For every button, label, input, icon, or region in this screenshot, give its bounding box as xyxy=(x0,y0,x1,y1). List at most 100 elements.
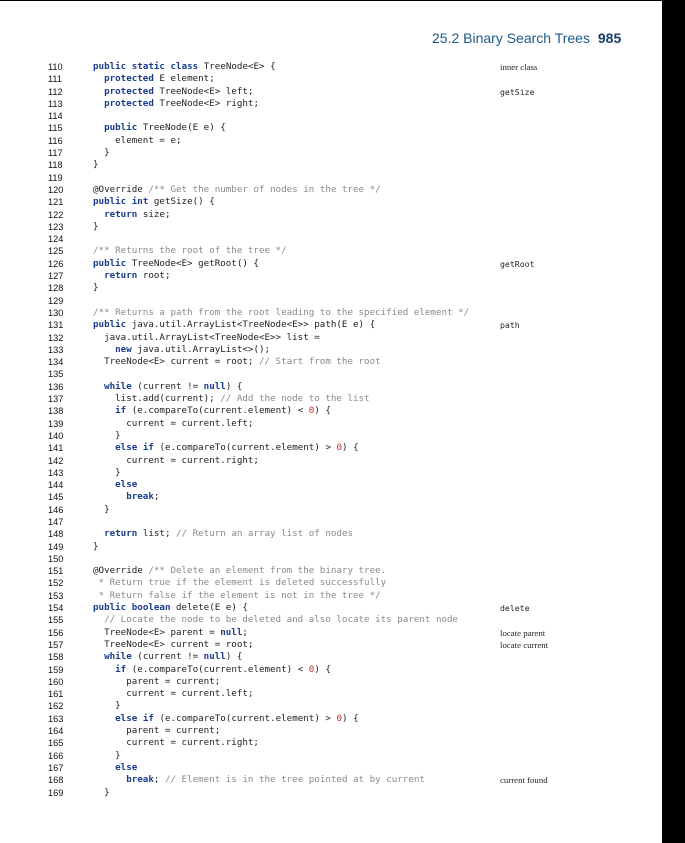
line-number: 155 xyxy=(48,615,64,626)
line-number: 121 xyxy=(48,197,64,208)
line-number: 140 xyxy=(48,430,64,441)
code-line: 169 } xyxy=(0,787,662,799)
code-text: public TreeNode<E> getRoot() { xyxy=(93,257,259,269)
line-number: 152 xyxy=(48,578,64,589)
code-text: public java.util.ArrayList<TreeNode<E>> … xyxy=(93,319,376,331)
code-text: } xyxy=(93,220,99,232)
line-number: 138 xyxy=(48,406,64,417)
page-number: 985 xyxy=(597,30,622,46)
code-text: break; xyxy=(126,491,160,503)
code-line: 133 new java.util.ArrayList<>(); xyxy=(0,344,662,356)
code-line: 129 xyxy=(0,295,662,307)
code-text: break; // Element is in the tree pointed… xyxy=(126,774,425,786)
code-line: 152 * Return true if the element is dele… xyxy=(0,577,662,589)
code-line: 165 current = current.right; xyxy=(0,737,662,749)
margin-note: delete xyxy=(500,603,530,614)
code-line: 117 } xyxy=(0,147,662,159)
code-text: * Return true if the element is deleted … xyxy=(98,577,387,589)
line-number: 119 xyxy=(48,172,63,183)
code-line: 118} xyxy=(0,159,662,171)
code-line: 137 list.add(current); // Add the node t… xyxy=(0,393,662,405)
code-text: TreeNode<E> parent = null; xyxy=(93,626,248,638)
code-text: TreeNode<E> current = root; xyxy=(93,638,254,650)
code-text: current = current.right; xyxy=(93,737,259,749)
code-line: 164 parent = current; xyxy=(0,725,662,737)
top-rule xyxy=(0,0,662,1)
code-line: 159 if (e.compareTo(current.element) < 0… xyxy=(0,664,662,676)
line-number: 157 xyxy=(48,639,64,650)
code-line: 122 return size; xyxy=(0,209,662,221)
code-text: } xyxy=(93,159,99,171)
code-text: while (current != null) { xyxy=(104,380,243,392)
code-line: 115 public TreeNode(E e) { xyxy=(0,122,662,134)
code-text: return list; // Return an array list of … xyxy=(104,528,354,540)
code-text: else if (e.compareTo(current.element) > … xyxy=(115,442,359,454)
line-number: 113 xyxy=(48,98,63,109)
code-line: 148 return list; // Return an array list… xyxy=(0,528,662,540)
margin-note: inner class xyxy=(500,62,538,72)
line-number: 145 xyxy=(48,492,64,503)
code-text: element = e; xyxy=(93,134,182,146)
line-number: 122 xyxy=(48,209,64,220)
code-text: if (e.compareTo(current.element) < 0) { xyxy=(115,663,331,675)
line-number: 151 xyxy=(48,566,64,577)
code-text: } xyxy=(93,749,121,761)
line-number: 115 xyxy=(48,123,63,134)
line-number: 112 xyxy=(48,86,63,97)
code-line: 113 protected TreeNode<E> right; xyxy=(0,98,662,110)
code-text: parent = current; xyxy=(93,675,221,687)
line-number: 156 xyxy=(48,627,64,638)
line-number: 111 xyxy=(48,74,62,85)
code-line: 151 @Override /** Delete an element from … xyxy=(0,565,662,577)
code-line: 138 if (e.compareTo(current.element) < 0… xyxy=(0,405,662,417)
code-line: 158 while (current != null) { xyxy=(0,651,662,663)
line-number: 144 xyxy=(48,480,64,491)
code-text: } xyxy=(93,503,110,515)
code-line: 114 xyxy=(0,110,662,122)
line-number: 146 xyxy=(48,504,64,515)
code-text: while (current != null) { xyxy=(104,651,243,663)
code-text: } xyxy=(93,429,121,441)
margin-note: current found xyxy=(500,775,548,786)
line-number: 153 xyxy=(48,590,64,601)
section-title: 25.2 Binary Search Trees xyxy=(432,30,590,46)
line-number: 168 xyxy=(48,775,64,786)
code-line: 147 xyxy=(0,516,662,528)
code-line: 156 TreeNode<E> parent = null; locate par… xyxy=(0,627,662,639)
line-number: 163 xyxy=(48,713,64,724)
line-number: 129 xyxy=(48,295,64,306)
line-number: 161 xyxy=(48,689,64,700)
code-line: 128} xyxy=(0,282,662,294)
code-line: 111 protected E element; xyxy=(0,73,662,85)
code-text: return size; xyxy=(104,208,171,220)
code-text: else xyxy=(115,761,138,773)
code-line: 136 while (current != null) { xyxy=(0,381,662,393)
line-number: 135 xyxy=(48,369,64,380)
line-number: 130 xyxy=(48,307,64,318)
running-header: 25.2 Binary Search Trees 985 xyxy=(432,30,621,46)
code-text: @Override /** Get the number of nodes in… xyxy=(93,183,381,195)
line-number: 159 xyxy=(48,664,64,675)
margin-note: getRoot xyxy=(500,258,535,269)
code-text: public static class TreeNode<E> { xyxy=(93,61,276,72)
line-number: 124 xyxy=(48,234,64,245)
code-text: @Override /** Delete an element from the… xyxy=(93,565,387,577)
code-text: } xyxy=(93,700,121,712)
code-line: 134 TreeNode<E> current = root; // Start… xyxy=(0,356,662,368)
code-line: 110 public static class TreeNode<E> {inne… xyxy=(0,61,662,73)
code-text: } xyxy=(93,540,99,552)
code-text: parent = current; xyxy=(93,725,221,737)
line-number: 131 xyxy=(48,320,64,331)
code-line: 119 xyxy=(0,172,662,184)
line-number: 114 xyxy=(48,111,63,122)
code-text: return root; xyxy=(104,270,171,282)
code-line: 141 else if (e.compareTo(current.element… xyxy=(0,442,662,454)
line-number: 128 xyxy=(48,283,64,294)
code-line: 153 * Return false if the element is not… xyxy=(0,590,662,602)
code-line: 132 java.util.ArrayList<TreeNode<E>> lis… xyxy=(0,332,662,344)
margin-note: locate parent xyxy=(500,627,546,638)
line-number: 116 xyxy=(48,135,63,146)
code-line: 112 protected TreeNode<E> left; getSize xyxy=(0,86,662,98)
code-line: 149} xyxy=(0,541,662,553)
margin-note: path xyxy=(500,320,520,331)
